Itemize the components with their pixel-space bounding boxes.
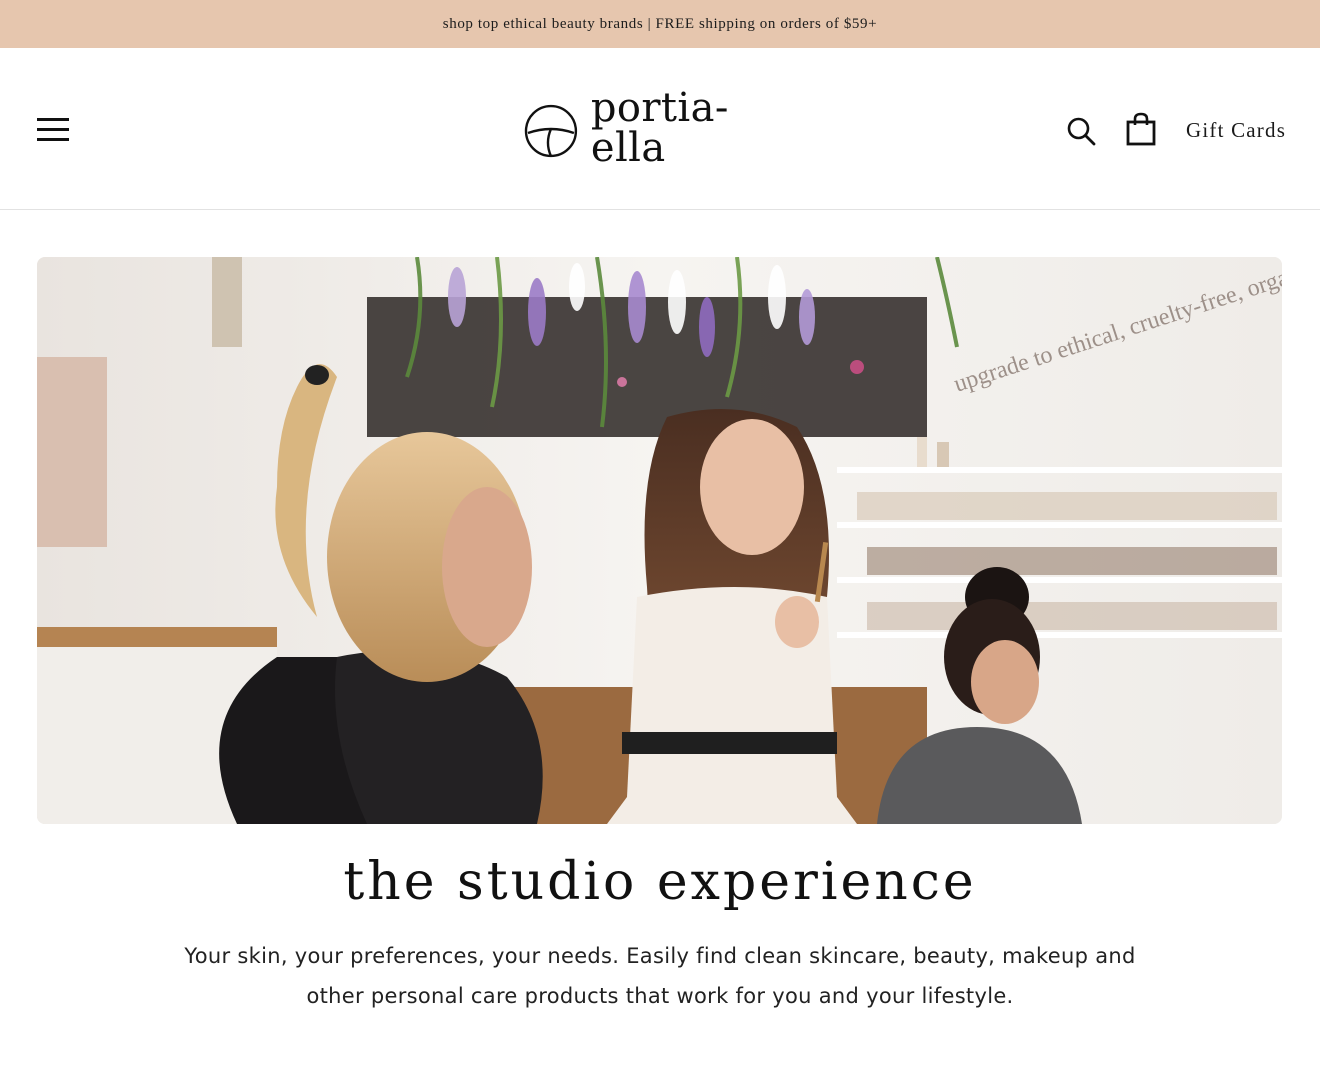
search-icon[interactable]: [1066, 116, 1096, 146]
hero-studio-image: upgrade to ethical, cruelty-free, organi…: [37, 257, 1282, 824]
announcement-text: shop top ethical beauty brands | FREE sh…: [442, 15, 878, 32]
hamburger-menu-icon[interactable]: [37, 118, 69, 141]
gift-cards-link[interactable]: Gift Cards: [1186, 118, 1286, 143]
section-description: Your skin, your preferences, your needs.…: [184, 944, 1136, 1008]
section-title: the studio experience: [343, 852, 977, 912]
studio-photo: upgrade to ethical, cruelty-free, organi…: [37, 257, 1282, 824]
logo-mark-icon: [524, 104, 578, 158]
site-header: portia-ella Gift Cards: [0, 48, 1320, 210]
site-logo[interactable]: portia-ella: [523, 88, 803, 168]
shopping-bag-icon[interactable]: [1126, 112, 1156, 146]
logo-text: portia-ella: [590, 85, 729, 171]
announcement-bar: shop top ethical beauty brands | FREE sh…: [0, 0, 1320, 48]
